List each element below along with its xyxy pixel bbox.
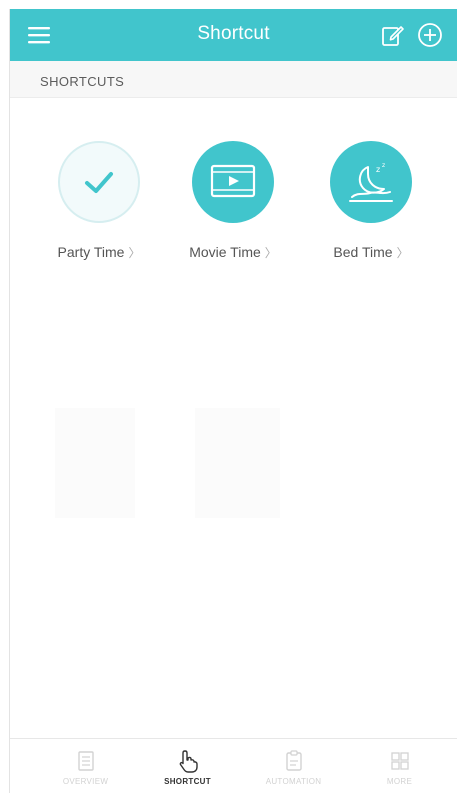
shortcut-movie-time[interactable]: Movie Time 〉	[163, 141, 303, 261]
app-screen: Shortcut SHORTCUTS Party Time 〉 Movie Ti…	[0, 0, 457, 793]
movie-icon	[210, 164, 256, 198]
placeholder-block	[195, 408, 280, 518]
tab-automation[interactable]: AUTOMATION	[238, 739, 349, 793]
tab-overview[interactable]: OVERVIEW	[30, 739, 141, 793]
left-border	[9, 9, 10, 793]
shortcut-bed-time[interactable]: z z Bed Time 〉	[301, 141, 441, 261]
hand-pointer-icon	[179, 750, 198, 773]
add-circle-icon[interactable]	[417, 22, 443, 48]
svg-text:z: z	[382, 162, 385, 169]
shortcut-label: Movie Time 〉	[189, 244, 277, 260]
shortcut-circle	[192, 141, 274, 223]
shortcut-circle: z z	[330, 141, 412, 223]
grid-icon	[390, 752, 409, 770]
tab-shortcut[interactable]: SHORTCUT	[132, 739, 243, 793]
moon-icon: z z	[349, 162, 393, 202]
tab-label: SHORTCUT	[164, 777, 211, 786]
check-icon	[85, 172, 113, 193]
section-header: SHORTCUTS	[10, 61, 457, 98]
top-bar: Shortcut	[10, 9, 457, 61]
overview-icon	[77, 751, 94, 771]
shortcut-circle	[58, 141, 140, 223]
svg-text:z: z	[376, 165, 380, 174]
clipboard-icon	[285, 750, 302, 771]
tab-label: OVERVIEW	[62, 777, 109, 786]
shortcut-label: Party Time 〉	[57, 244, 141, 260]
section-title: SHORTCUTS	[40, 74, 125, 89]
chevron-right-icon: 〉	[128, 246, 141, 260]
shortcut-label: Bed Time 〉	[333, 244, 409, 260]
placeholder-block	[55, 408, 135, 518]
tab-bar: OVERVIEW SHORTCUT AUTOMATION MORE	[10, 738, 457, 793]
tab-more[interactable]: MORE	[344, 739, 455, 793]
edit-icon[interactable]	[381, 23, 405, 47]
shortcut-party-time[interactable]: Party Time 〉	[29, 141, 169, 261]
tab-label: MORE	[386, 777, 413, 786]
chevron-right-icon: 〉	[264, 246, 277, 260]
chevron-right-icon: 〉	[396, 246, 409, 260]
tab-label: AUTOMATION	[265, 777, 322, 786]
